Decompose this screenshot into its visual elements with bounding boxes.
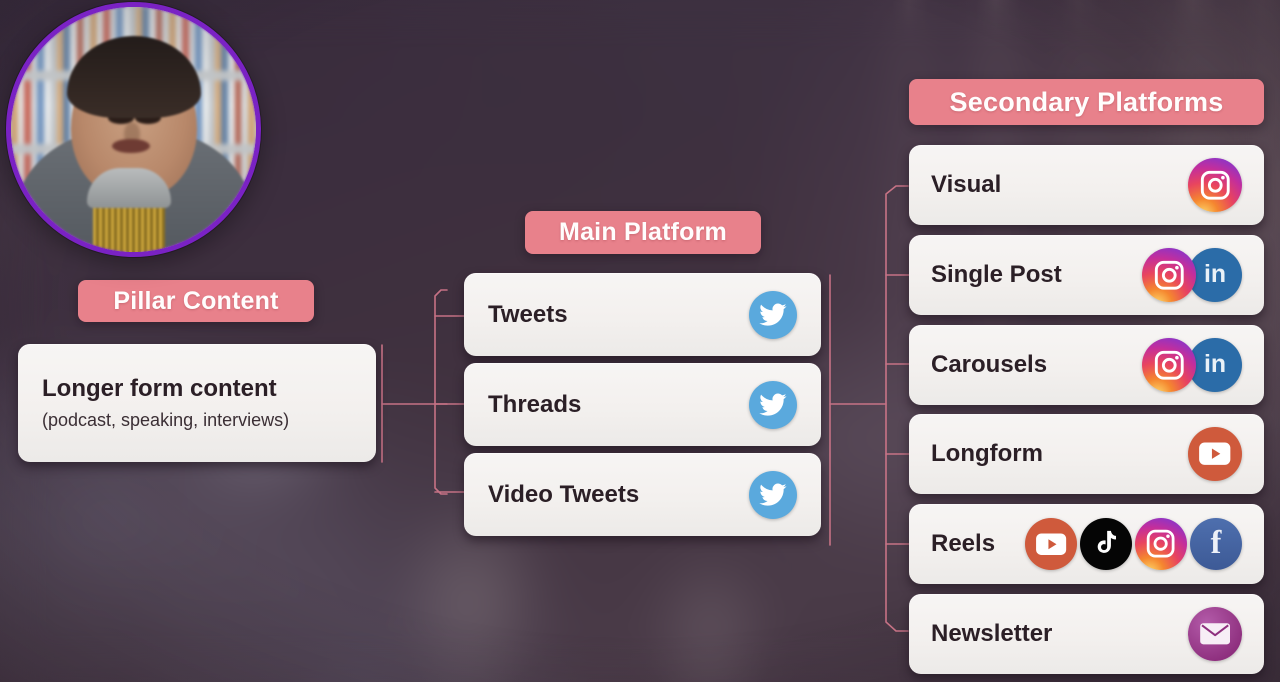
secondary-platform-card-label: Single Post	[931, 261, 1062, 288]
twitter-icon	[749, 380, 797, 429]
webcam-softness	[11, 7, 256, 252]
pillar-content-chip-label: Pillar Content	[113, 286, 279, 315]
twitter-icon	[749, 290, 797, 339]
instagram-icon	[1135, 518, 1187, 570]
instagram-icon	[1142, 338, 1196, 392]
main-platform-chip: Main Platform	[525, 211, 761, 254]
main-platform-card[interactable]: Tweets	[464, 273, 821, 356]
secondary-platform-card-label: Longform	[931, 440, 1043, 467]
secondary-platform-card[interactable]: Carousels in	[909, 325, 1264, 405]
secondary-platforms-chip: Secondary Platforms	[909, 79, 1264, 125]
main-platform-card-icons	[749, 380, 797, 429]
linkedin-icon: in	[1188, 338, 1242, 392]
linkedin-icon: in	[1188, 248, 1242, 302]
twitter-icon	[749, 470, 797, 519]
instagram-icon	[1142, 248, 1196, 302]
secondary-platform-card-icons	[1188, 427, 1242, 481]
secondary-platform-card-label: Newsletter	[931, 620, 1053, 647]
pillar-content-chip: Pillar Content	[78, 280, 314, 322]
secondary-platform-card[interactable]: Visual	[909, 145, 1264, 225]
main-platform-card[interactable]: Threads	[464, 363, 821, 446]
secondary-platform-card[interactable]: Longform	[909, 414, 1264, 494]
tiktok-icon	[1080, 518, 1132, 570]
email-icon	[1188, 607, 1242, 661]
presenter-webcam-bubble	[6, 2, 261, 257]
main-platform-card-icons	[749, 290, 797, 339]
webcam-video	[11, 7, 256, 252]
secondary-platform-card-icons: f	[1025, 518, 1242, 570]
main-platform-card-label: Tweets	[488, 300, 568, 328]
main-platform-card-label: Threads	[488, 390, 582, 418]
secondary-platform-card-icons	[1188, 158, 1242, 212]
pillar-content-subtitle: (podcast, speaking, interviews)	[42, 410, 290, 430]
main-platform-card[interactable]: Video Tweets	[464, 453, 821, 536]
secondary-platform-card[interactable]: Reels f	[909, 504, 1264, 584]
youtube-icon	[1188, 427, 1242, 481]
facebook-icon: f	[1190, 518, 1242, 570]
main-platform-chip-label: Main Platform	[559, 218, 727, 246]
secondary-platform-card[interactable]: Newsletter	[909, 594, 1264, 674]
main-platform-card-icons	[749, 470, 797, 519]
secondary-platform-card-icons: in	[1142, 248, 1242, 302]
secondary-platform-card-icons	[1188, 607, 1242, 661]
pillar-content-card[interactable]: Longer form content (podcast, speaking, …	[18, 344, 376, 462]
pillar-content-title: Longer form content	[42, 375, 277, 402]
secondary-platform-card-label: Visual	[931, 171, 1002, 198]
secondary-platform-card-label: Reels	[931, 530, 996, 557]
secondary-platform-card-label: Carousels	[931, 351, 1048, 378]
main-platform-card-label: Video Tweets	[488, 480, 640, 508]
youtube-icon	[1025, 518, 1077, 570]
secondary-platform-card[interactable]: Single Post in	[909, 235, 1264, 315]
secondary-platforms-chip-label: Secondary Platforms	[949, 86, 1224, 117]
instagram-icon	[1188, 158, 1242, 212]
secondary-platform-card-icons: in	[1142, 338, 1242, 392]
